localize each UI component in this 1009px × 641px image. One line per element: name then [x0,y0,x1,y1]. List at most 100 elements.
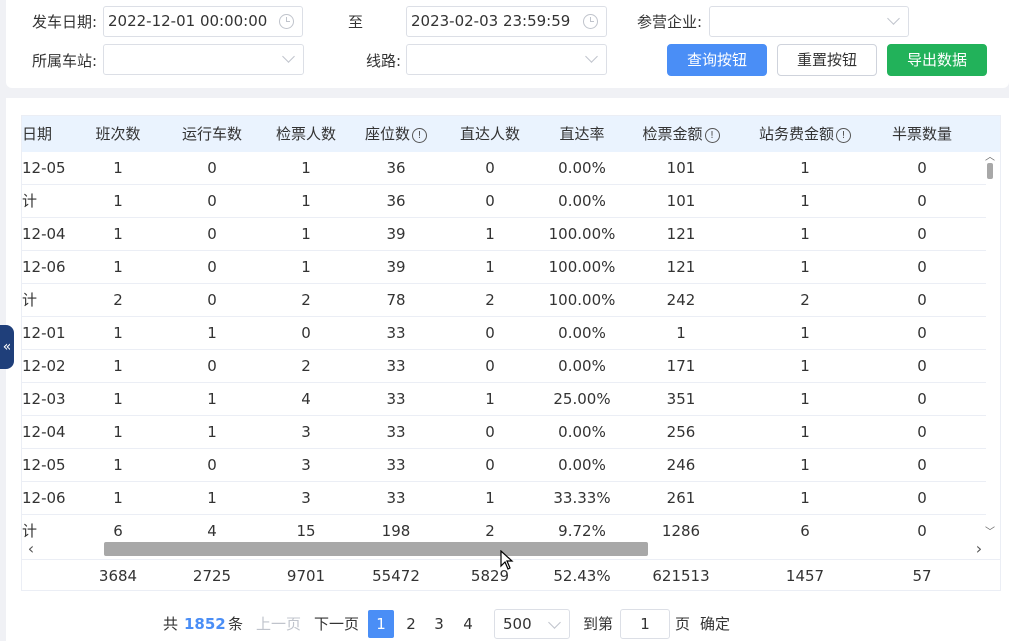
cell-direct-passengers: 1 [485,390,495,408]
cell-trips: 1 [113,390,123,408]
column-header-ticket-amount: 检票金额! [626,116,736,152]
cell-direct-passengers: 1 [485,489,495,507]
column-header-label: 站务费金额 [758,125,834,143]
page-number-2[interactable]: 2 [398,610,424,638]
mouse-cursor-icon [500,550,514,570]
total-prefix: 共 [163,615,179,633]
goto-page-input[interactable]: 1 [620,609,670,639]
summary-cell-direct-rate: 52.43% [553,567,611,585]
column-header-label: 直达人数 [459,125,520,143]
cell-date: 12-01 [22,324,66,342]
export-button[interactable]: 导出数据 [887,44,987,76]
page-number-1[interactable]: 1 [368,610,394,638]
scroll-down-icon[interactable]: ﹀ [984,528,996,538]
cell-trips: 1 [113,456,123,474]
cell-seats: 39 [386,258,406,276]
column-header-label: 半票数量 [891,125,952,143]
cell-half-ticket-count: 0 [917,192,927,210]
company-select[interactable] [709,6,909,37]
summary-cell-date [22,560,74,590]
filter-panel: 发车日期: 2022-12-01 00:00:00 至 2023-02-03 2… [6,0,1009,88]
cell-running-buses: 0 [207,225,217,243]
cell-trips: 1 [113,192,123,210]
depart-date-label: 发车日期: [32,13,98,31]
prev-page-button[interactable]: 上一页 [256,609,301,639]
page-number-4[interactable]: 4 [455,610,481,638]
column-header-trips: 班次数 [74,116,162,152]
table-row: 12-01 1 1 0 33 0 0.00% 1 1 0 [22,317,986,350]
chevron-down-icon [548,616,561,629]
cell-seats: 33 [386,423,406,441]
page-number-3[interactable]: 3 [426,610,452,638]
info-icon[interactable]: ! [836,128,851,143]
cell-ticket-amount: 1 [676,324,686,342]
chevron-down-icon [887,12,900,25]
table-row: 12-03 1 1 4 33 1 25.00% 351 1 0 [22,383,986,416]
cell-half-ticket-count: 0 [917,324,927,342]
cell-seats: 33 [386,489,406,507]
cell-date: 12-05 [22,456,66,474]
scroll-up-icon[interactable]: ︿ [984,153,996,163]
goto-confirm-button[interactable]: 确定 [700,609,730,639]
scroll-left-icon[interactable]: ‹ [24,540,38,558]
depart-date-start-value: 2022-12-01 00:00:00 [108,12,268,30]
cell-running-buses: 0 [207,456,217,474]
cell-checked-passengers: 3 [301,456,311,474]
to-label: 至 [348,13,364,31]
cell-running-buses: 0 [207,159,217,177]
cell-half-ticket-count: 0 [917,159,927,177]
next-page-button[interactable]: 下一页 [314,609,359,639]
cell-running-buses: 0 [207,357,217,375]
cell-station-fee-amount: 1 [800,423,810,441]
cell-half-ticket-count: 0 [917,258,927,276]
table-row: 12-02 1 0 2 33 0 0.00% 171 1 0 [22,350,986,383]
cell-seats: 36 [386,159,406,177]
cell-station-fee-amount: 1 [800,225,810,243]
cell-direct-passengers: 0 [485,192,495,210]
cell-direct-passengers: 0 [485,357,495,375]
station-select[interactable] [103,44,304,75]
cell-date: 计 [22,291,38,309]
cell-checked-passengers: 1 [301,258,311,276]
page-size-select[interactable]: 500 [494,609,570,639]
column-header-date: 日期 [22,116,74,152]
cell-station-fee-amount: 1 [800,192,810,210]
cell-half-ticket-count: 0 [917,423,927,441]
route-select[interactable] [406,44,607,75]
cell-half-ticket-count: 0 [917,390,927,408]
depart-date-start-input[interactable]: 2022-12-01 00:00:00 [103,6,303,37]
cell-ticket-amount: 242 [666,291,696,309]
summary-cell-seats: 55472 [372,567,420,585]
collapse-sidebar-button[interactable]: « [0,325,14,369]
info-icon[interactable]: ! [704,128,720,143]
cell-direct-passengers: 2 [485,291,495,309]
table-row: 12-05 1 0 3 33 0 0.00% 246 1 0 [22,449,986,482]
horizontal-scrollbar-thumb[interactable] [104,542,648,556]
depart-date-end-input[interactable]: 2023-02-03 23:59:59 [406,6,607,37]
query-button[interactable]: 查询按钮 [667,44,767,76]
cell-half-ticket-count: 0 [917,456,927,474]
cell-direct-rate: 0.00% [558,456,606,474]
reset-button[interactable]: 重置按钮 [777,44,877,76]
scroll-right-icon[interactable]: › [972,540,986,558]
cell-direct-passengers: 0 [485,159,495,177]
cell-direct-rate: 0.00% [558,192,606,210]
cell-ticket-amount: 121 [666,258,696,276]
cell-trips: 1 [113,489,123,507]
summary-cell-running-buses: 2725 [192,567,232,585]
company-label: 参营企业: [637,13,703,31]
column-header-label: 直达率 [559,125,605,143]
cell-trips: 1 [113,225,123,243]
cell-station-fee-amount: 1 [800,258,810,276]
table-row: 12-05 1 0 1 36 0 0.00% 101 1 0 [22,152,986,185]
column-header-direct-passengers: 直达人数 [442,116,538,152]
info-icon[interactable]: ! [412,128,427,143]
summary-cell-half-ticket-count: 57 [912,567,932,585]
vertical-scrollbar-thumb[interactable] [987,163,993,179]
summary-cell-station-fee-amount: 1457 [785,567,825,585]
chevron-down-icon [282,50,295,63]
cell-seats: 33 [386,456,406,474]
cell-station-fee-amount: 1 [800,390,810,408]
cell-date: 计 [22,192,38,210]
cell-station-fee-amount: 1 [800,456,810,474]
